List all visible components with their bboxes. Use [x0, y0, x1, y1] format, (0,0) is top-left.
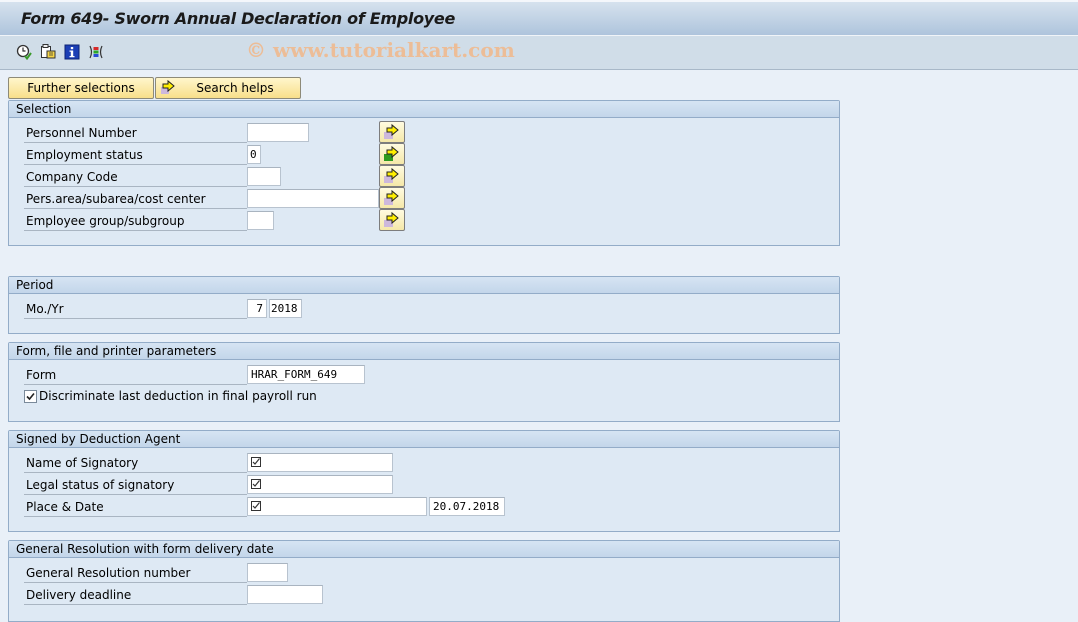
delivery-deadline-input[interactable] — [247, 585, 323, 604]
period-group-title: Period — [9, 277, 839, 294]
legal-status-label: Legal status of signatory — [24, 475, 247, 495]
search-helps-button[interactable]: Search helps — [155, 77, 301, 99]
search-helps-label: Search helps — [196, 81, 274, 95]
pers-area-label: Pers.area/subarea/cost center — [24, 189, 247, 209]
personnel-number-multiple-selection-button[interactable] — [379, 121, 405, 143]
pers-area-input[interactable] — [247, 189, 379, 208]
required-entry-icon — [251, 501, 261, 511]
required-entry-icon — [251, 457, 261, 467]
signed-by-group-title: Signed by Deduction Agent — [9, 431, 839, 448]
year-input[interactable]: 2018 — [269, 299, 302, 318]
employment-status-label: Employment status — [24, 145, 247, 165]
general-resolution-number-input[interactable] — [247, 563, 288, 582]
form-parameters-group-title: Form, file and printer parameters — [9, 343, 839, 360]
program-documentation-icon[interactable] — [64, 44, 80, 60]
discriminate-last-deduction-checkbox[interactable] — [24, 390, 37, 403]
selection-group-title: Selection — [9, 101, 839, 118]
selection-group: Selection Personnel Number Employment st… — [8, 100, 840, 246]
selection-options-icon[interactable] — [88, 44, 104, 60]
employment-status-input[interactable]: 0 — [247, 145, 261, 164]
name-of-signatory-input[interactable] — [247, 453, 393, 472]
personnel-number-input[interactable] — [247, 123, 309, 142]
place-input[interactable] — [247, 497, 427, 516]
general-resolution-group-title: General Resolution with form delivery da… — [9, 541, 839, 558]
watermark: © www.tutorialkart.com — [246, 38, 515, 62]
general-resolution-group: General Resolution with form delivery da… — [8, 540, 840, 622]
title-bar: Form 649- Sworn Annual Declaration of Em… — [0, 0, 1078, 36]
form-input[interactable]: HRAR_FORM_649 — [247, 365, 365, 384]
further-selections-label: Further selections — [27, 81, 135, 95]
company-code-multiple-selection-button[interactable] — [379, 165, 405, 187]
employee-group-multiple-selection-button[interactable] — [379, 209, 405, 231]
discriminate-last-deduction-label: Discriminate last deduction in final pay… — [39, 389, 317, 403]
name-of-signatory-label: Name of Signatory — [24, 453, 247, 473]
required-entry-icon — [251, 479, 261, 489]
arrow-right-icon — [160, 79, 176, 98]
further-selections-button[interactable]: Further selections — [8, 77, 154, 99]
get-variant-icon[interactable] — [40, 44, 56, 60]
employee-group-label: Employee group/subgroup — [24, 211, 247, 231]
employment-status-multiple-selection-button[interactable] — [379, 143, 405, 165]
execute-in-background-icon[interactable] — [16, 44, 32, 60]
employee-group-input[interactable] — [247, 211, 274, 230]
period-group: Period Mo./Yr 7 2018 — [8, 276, 840, 334]
month-input[interactable]: 7 — [247, 299, 267, 318]
delivery-deadline-label: Delivery deadline — [24, 585, 247, 605]
date-input[interactable]: 20.07.2018 — [429, 497, 505, 516]
general-resolution-number-label: General Resolution number — [24, 563, 247, 583]
company-code-input[interactable] — [247, 167, 281, 186]
month-year-label: Mo./Yr — [24, 299, 247, 319]
multiple-selection-arrow-icon — [384, 189, 399, 205]
page-title: Form 649- Sworn Annual Declaration of Em… — [21, 9, 456, 28]
pers-area-multiple-selection-button[interactable] — [379, 187, 405, 209]
form-label: Form — [24, 365, 247, 385]
personnel-number-label: Personnel Number — [24, 123, 247, 143]
legal-status-input[interactable] — [247, 475, 393, 494]
multiple-selection-arrow-icon — [384, 211, 399, 227]
signed-by-group: Signed by Deduction Agent Name of Signat… — [8, 430, 840, 532]
multiple-selection-arrow-icon — [384, 167, 399, 183]
multiple-selection-arrow-icon — [384, 123, 399, 139]
multiple-selection-active-arrow-icon — [384, 145, 399, 161]
company-code-label: Company Code — [24, 167, 247, 187]
form-parameters-group: Form, file and printer parameters Form H… — [8, 342, 840, 422]
place-date-label: Place & Date — [24, 497, 247, 517]
checkmark-icon — [26, 392, 35, 401]
application-toolbar: © www.tutorialkart.com — [0, 36, 1078, 70]
